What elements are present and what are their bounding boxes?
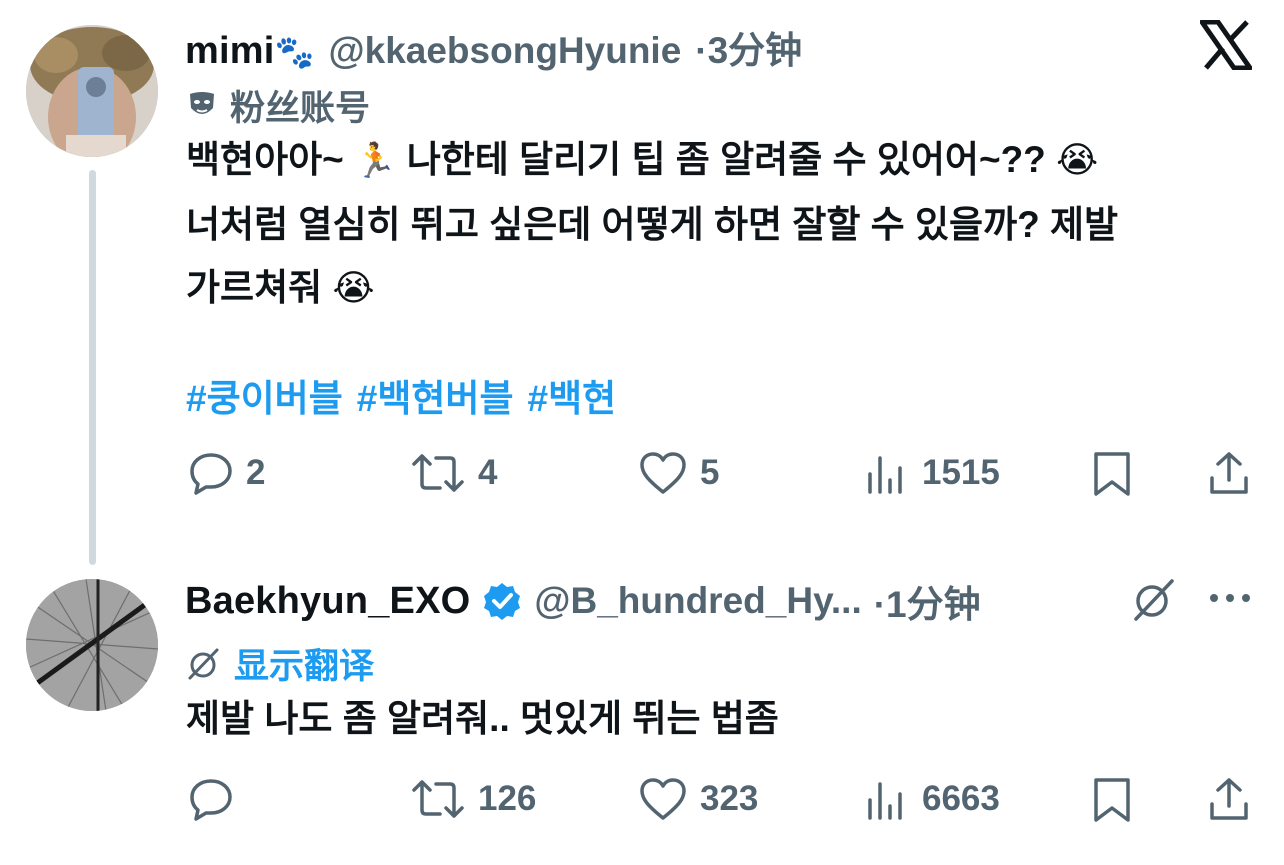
like-button[interactable]: 323 (638, 776, 758, 822)
views-count: 1515 (922, 453, 1000, 492)
avatar-image (26, 25, 158, 157)
more-options-icon[interactable] (1206, 590, 1254, 606)
tweet1-line2: 너처럼 열심히 뛰고 싶은데 어떻게 하면 잘할 수 있을까? 제발 (186, 204, 1119, 245)
like-button[interactable]: 5 (638, 450, 719, 496)
reply-button[interactable]: 2 (188, 450, 265, 496)
bookmark-icon[interactable] (1090, 776, 1134, 824)
crying-emoji: 😭 (332, 267, 375, 308)
user-handle[interactable]: @B_hundred_Hy... (534, 580, 861, 622)
fan-account-text: 粉丝账号 (230, 89, 371, 128)
hashtag[interactable]: #백현버블 (357, 368, 514, 422)
thread-connector-line (89, 170, 96, 565)
views-chart-icon (864, 450, 910, 496)
reply-button[interactable] (188, 776, 246, 822)
verified-badge-icon (482, 581, 522, 621)
translate-label: 显示翻译 (234, 647, 375, 686)
tweet2-header: Baekhyun_EXO @B_hundred_Hy... ·1分钟 (185, 574, 981, 628)
like-count: 323 (700, 779, 759, 818)
runner-emoji: 🏃 (354, 142, 397, 180)
hashtag[interactable]: #백현 (528, 368, 617, 422)
crying-emoji: 😭 (1056, 139, 1099, 180)
user-handle[interactable]: @kkaebsongHyunie (329, 30, 682, 72)
translate-icon (186, 647, 220, 681)
grok-icon[interactable] (1130, 577, 1176, 623)
views-count: 6663 (922, 779, 1000, 818)
reply-icon (188, 776, 234, 822)
retweet-button[interactable]: 126 (410, 776, 536, 822)
heart-icon (638, 776, 688, 822)
views-button[interactable]: 1515 (864, 450, 1000, 496)
heart-icon (638, 450, 688, 496)
display-name[interactable]: Baekhyun_EXO (185, 580, 470, 623)
views-chart-icon (864, 776, 910, 822)
views-button[interactable]: 6663 (864, 776, 1000, 822)
bookmark-icon[interactable] (1090, 450, 1134, 498)
like-count: 5 (700, 453, 720, 492)
hashtag[interactable]: #쿵이버블 (186, 368, 343, 422)
retweet-icon (410, 450, 466, 496)
hashtag-list: #쿵이버블 #백현버블 #백현 (186, 368, 616, 422)
tweet1-line3: 가르쳐줘 😭 (186, 267, 375, 308)
tweet1-header: mimi🐾 @kkaebsongHyunie ·3分钟 (185, 20, 802, 74)
tweet1-line1: 백현아아~ 🏃 나한테 달리기 팁 좀 알려줄 수 있어어~?? 😭 (186, 139, 1099, 180)
retweet-icon (410, 776, 466, 822)
reply-icon (188, 450, 234, 496)
mask-icon (186, 90, 218, 122)
timestamp[interactable]: ·3分钟 (695, 20, 802, 74)
reply-count: 2 (246, 453, 266, 492)
display-name[interactable]: mimi🐾 (185, 30, 315, 73)
avatar-baekhyun[interactable] (26, 579, 158, 711)
avatar-mimi[interactable] (26, 25, 158, 157)
x-logo-icon[interactable] (1200, 20, 1252, 70)
timestamp[interactable]: ·1分钟 (874, 574, 981, 628)
show-translation-button[interactable]: 显示翻译 (186, 638, 374, 689)
share-icon[interactable] (1206, 450, 1252, 498)
tweet1-text: 백현아아~ 🏃 나한테 달리기 팁 좀 알려줄 수 있어어~?? 😭 너처럼 열… (186, 128, 1266, 319)
retweet-count: 4 (478, 453, 498, 492)
retweet-button[interactable]: 4 (410, 450, 497, 496)
share-icon[interactable] (1206, 776, 1252, 824)
retweet-count: 126 (478, 779, 537, 818)
fan-account-label: 粉丝账号 (186, 80, 370, 131)
avatar-image (26, 579, 158, 711)
tweet2-text: 제발 나도 좀 알려줘.. 멋있게 뛰는 법좀 (186, 698, 779, 739)
